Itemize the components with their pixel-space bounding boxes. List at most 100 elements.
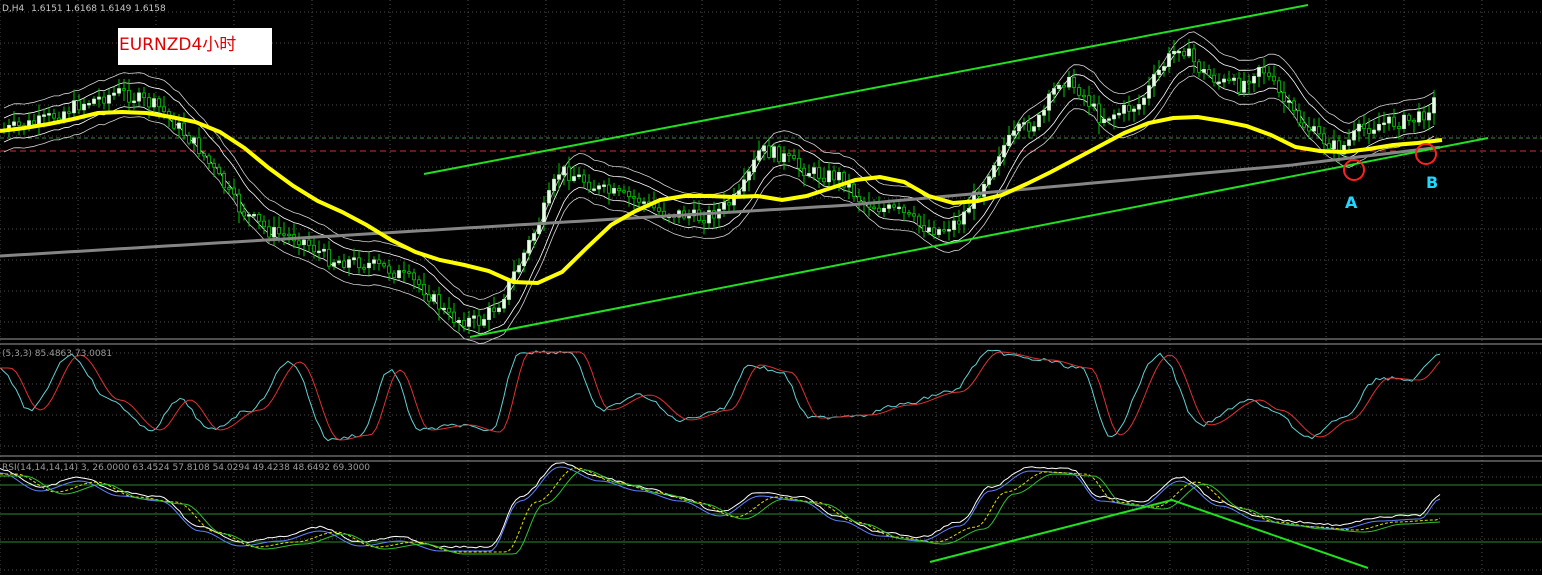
candle-body bbox=[1192, 48, 1196, 63]
candle-body bbox=[1292, 100, 1296, 112]
candle-body bbox=[277, 227, 281, 235]
candle-body bbox=[1047, 93, 1051, 111]
candle-body bbox=[952, 220, 956, 230]
candle-body bbox=[822, 177, 826, 183]
candle-body bbox=[37, 115, 41, 125]
candle-body bbox=[802, 167, 806, 177]
candle-body bbox=[1372, 129, 1376, 134]
header-readout: D,H4 1.6151 1.6168 1.6149 1.6158 bbox=[2, 4, 166, 14]
candle-body bbox=[367, 262, 371, 269]
candle-body bbox=[627, 190, 631, 197]
candle-body bbox=[602, 184, 606, 187]
candle-body bbox=[1057, 84, 1061, 89]
title-label: EURNZD4小时 bbox=[119, 35, 236, 55]
candle-body bbox=[547, 190, 551, 204]
candle-body bbox=[1087, 95, 1091, 107]
candle-body bbox=[487, 307, 491, 320]
candle-body bbox=[612, 188, 616, 194]
candle-body bbox=[962, 211, 966, 225]
candle-body bbox=[592, 188, 596, 191]
candle-body bbox=[1142, 97, 1146, 105]
candle-body bbox=[792, 155, 796, 159]
candle-body bbox=[907, 212, 911, 215]
candle-body bbox=[1312, 126, 1316, 132]
candle-body bbox=[107, 94, 111, 104]
candle-body bbox=[382, 263, 386, 267]
candle-body bbox=[457, 319, 461, 323]
candle-body bbox=[1067, 76, 1071, 88]
candle-body bbox=[1302, 122, 1306, 128]
candle-body bbox=[917, 215, 921, 226]
candle-body bbox=[477, 315, 481, 326]
candle-body bbox=[417, 279, 421, 285]
candle-body bbox=[1157, 69, 1161, 75]
candle-body bbox=[1112, 114, 1116, 120]
candle-body bbox=[452, 311, 456, 323]
candle-body bbox=[287, 233, 291, 237]
candle-body bbox=[447, 307, 451, 313]
candle-body bbox=[522, 252, 526, 266]
candle-body bbox=[1277, 80, 1281, 93]
candle-body bbox=[1332, 140, 1336, 150]
candle-body bbox=[72, 100, 76, 114]
candle-body bbox=[82, 103, 86, 111]
candle-body bbox=[1272, 75, 1276, 82]
candle-body bbox=[1232, 77, 1236, 81]
candle-body bbox=[1377, 124, 1381, 131]
candle-body bbox=[1187, 48, 1191, 57]
candle-body bbox=[122, 88, 126, 91]
candle-body bbox=[12, 121, 16, 126]
candle-body bbox=[552, 178, 556, 191]
candle-body bbox=[1182, 50, 1186, 57]
candle-body bbox=[1357, 123, 1361, 132]
candle-body bbox=[1082, 94, 1086, 98]
candle-body bbox=[1417, 111, 1421, 123]
candle-body bbox=[497, 307, 501, 312]
candle-body bbox=[317, 250, 321, 254]
candle-body bbox=[352, 257, 356, 261]
candle-body bbox=[1007, 134, 1011, 146]
candle-body bbox=[1407, 114, 1411, 121]
candle-body bbox=[297, 240, 301, 246]
candle-body bbox=[1307, 126, 1311, 132]
candle-body bbox=[342, 260, 346, 268]
candle-body bbox=[702, 220, 706, 224]
candle-body bbox=[32, 120, 36, 125]
candle-body bbox=[392, 272, 396, 279]
candle-body bbox=[422, 283, 426, 296]
candle-body bbox=[212, 162, 216, 168]
candle-body bbox=[232, 187, 236, 195]
candle-body bbox=[892, 204, 896, 208]
candle-body bbox=[67, 111, 71, 114]
header-prices: 1.6151 1.6168 1.6149 1.6158 bbox=[31, 4, 166, 14]
candle-body bbox=[1422, 111, 1426, 121]
candle-body bbox=[427, 294, 431, 302]
candle-body bbox=[472, 315, 476, 319]
candle-body bbox=[957, 220, 961, 225]
candle-body bbox=[1127, 104, 1131, 112]
candle-body bbox=[532, 233, 536, 241]
candle-body bbox=[967, 208, 971, 213]
candle-body bbox=[562, 166, 566, 176]
candle-body bbox=[242, 211, 246, 217]
candle-body bbox=[1097, 103, 1101, 124]
header-symbol: D,H4 bbox=[2, 4, 25, 14]
candle-body bbox=[742, 179, 746, 192]
candle-body bbox=[752, 159, 756, 173]
candle-body bbox=[847, 183, 851, 188]
candle-body bbox=[307, 239, 311, 246]
candle-body bbox=[1027, 122, 1031, 132]
candle-body bbox=[1297, 110, 1301, 124]
candle-body bbox=[1062, 84, 1066, 88]
candle-body bbox=[97, 96, 101, 100]
candle-body bbox=[582, 174, 586, 183]
candle-body bbox=[252, 214, 256, 217]
candle-body bbox=[1352, 130, 1356, 141]
candle-body bbox=[1402, 114, 1406, 129]
candle-body bbox=[47, 113, 51, 116]
candle-body bbox=[92, 98, 96, 104]
candle-body bbox=[622, 190, 626, 193]
candle-body bbox=[1242, 80, 1246, 93]
candle-body bbox=[927, 227, 931, 232]
candle-body bbox=[1262, 67, 1266, 74]
